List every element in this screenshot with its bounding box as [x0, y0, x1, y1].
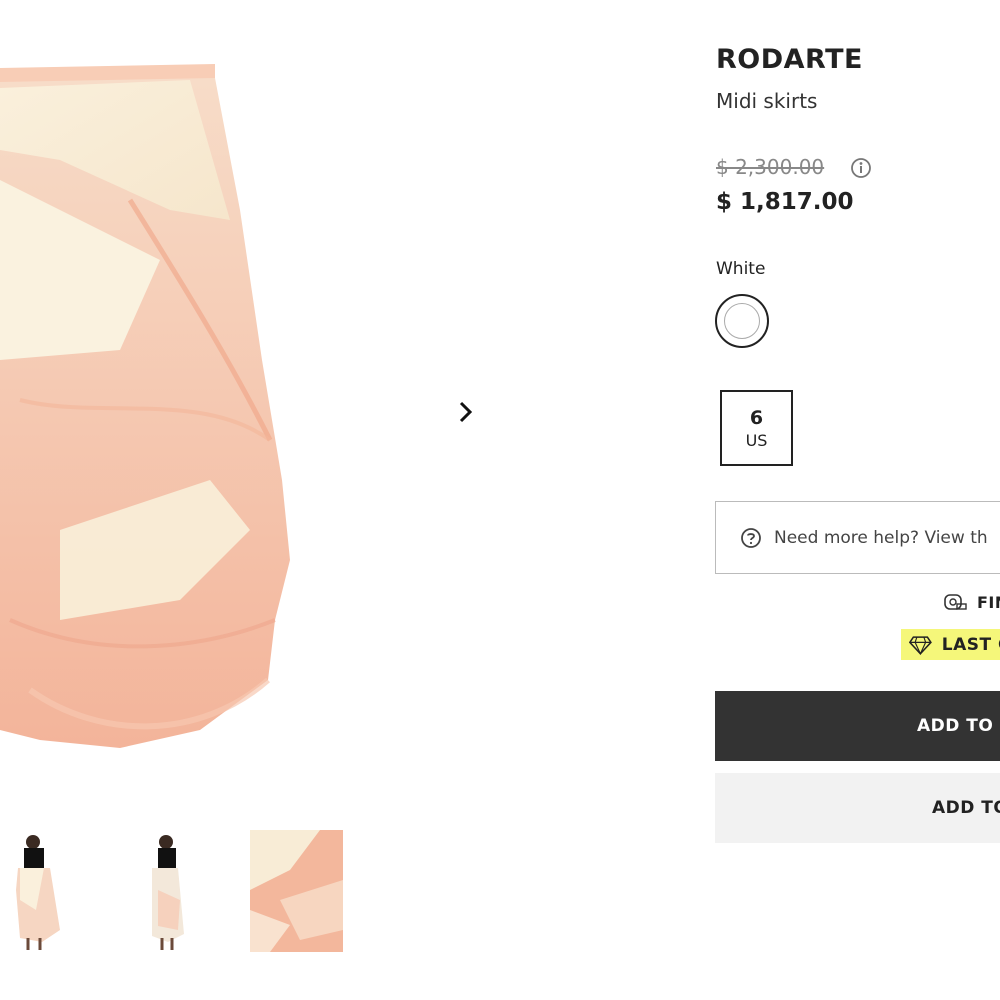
swatch-fill [724, 303, 760, 339]
last-chance-badge: LAST C [901, 629, 1000, 660]
color-label: White [716, 259, 766, 279]
original-price: $ 2,300.00 [716, 155, 825, 179]
brand-name[interactable]: RODARTE [716, 44, 863, 75]
next-image-button[interactable] [448, 395, 482, 429]
find-size-text: FIN [977, 592, 1000, 612]
thumbnail-model-front[interactable] [0, 830, 80, 952]
measuring-tape-icon [944, 594, 967, 610]
find-your-size-link[interactable]: FIN [943, 590, 1000, 614]
product-main-image [0, 60, 300, 750]
add-to-wishlist-button[interactable]: ADD TO [715, 773, 1000, 843]
add-to-bag-button[interactable]: ADD TO S [715, 691, 1000, 761]
help-text: Need more help? View th [774, 527, 988, 548]
diamond-icon [909, 635, 932, 655]
chevron-right-icon [459, 401, 473, 423]
size-unit: US [745, 431, 768, 450]
thumbnail-fabric-detail[interactable] [250, 830, 343, 952]
size-option[interactable]: 6 US [720, 390, 793, 466]
question-circle-icon [741, 527, 761, 548]
sale-price: $ 1,817.00 [716, 189, 854, 215]
info-icon[interactable] [850, 157, 872, 179]
color-swatch-white[interactable] [715, 294, 769, 348]
size-value: 6 [749, 407, 764, 429]
size-guide-help-box[interactable]: Need more help? View th [715, 501, 1000, 574]
thumbnail-model-side[interactable] [128, 830, 208, 952]
badge-text: LAST C [941, 634, 1000, 655]
product-category: Midi skirts [716, 89, 818, 113]
